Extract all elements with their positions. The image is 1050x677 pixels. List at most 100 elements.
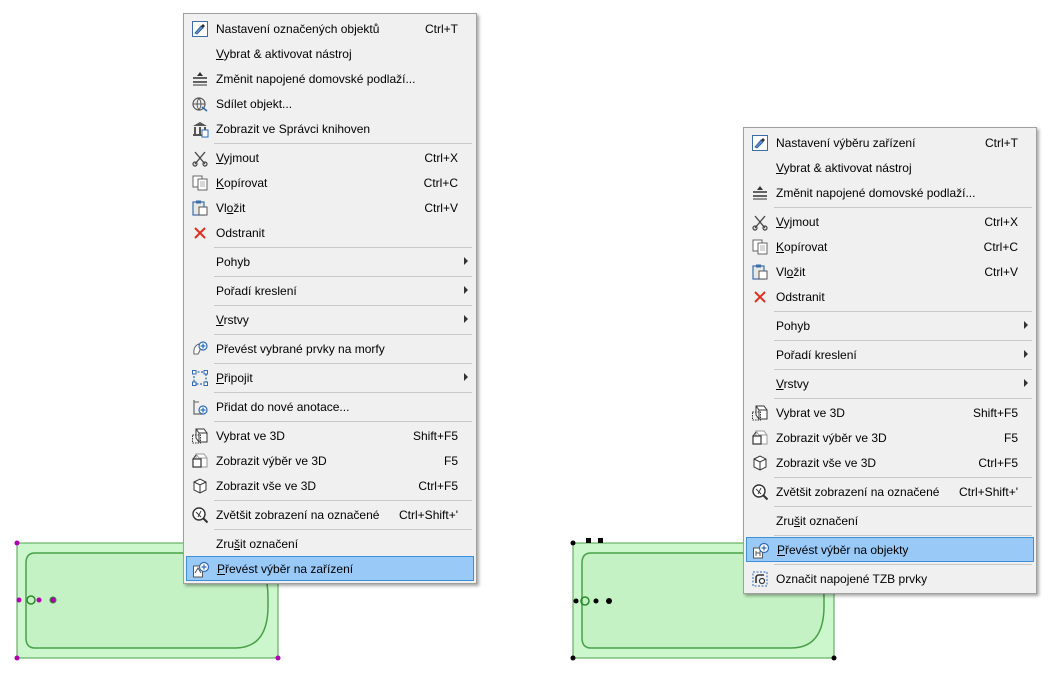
menu-item-prevest-vybrane-prvky-na-morfy[interactable]: Převést vybrané prvky na morfy: [186, 336, 474, 361]
menu-item-shortcut: Ctrl+V: [984, 264, 1018, 279]
share-globe-icon: [191, 95, 209, 113]
menu-separator: [774, 398, 1032, 399]
menu-item-label: Vyjmout: [776, 214, 819, 229]
menu-item-prevest-vyber-na-zarizeni[interactable]: Převést výběr na zařízení: [186, 556, 474, 581]
menu-item-vlozit[interactable]: Vložit Ctrl+V: [746, 259, 1034, 284]
menu-item-kopirovat[interactable]: Kopírovat Ctrl+C: [746, 234, 1034, 259]
menu-item-label: Zvětšit zobrazení na označené: [216, 507, 380, 522]
menu-separator: [214, 529, 472, 530]
menu-item-label: Převést vybrané prvky na morfy: [216, 341, 385, 356]
menu-item-vrstvy[interactable]: Vrstvy: [186, 307, 474, 332]
menu-item-poradi-kresleni[interactable]: Pořadí kreslení: [186, 278, 474, 303]
menu-item-label: Převést výběr na zařízení: [217, 561, 354, 576]
menu-item-zobrazit-vse-ve-3d[interactable]: Zobrazit vše ve 3D Ctrl+F5: [186, 473, 474, 498]
menu-separator: [774, 369, 1032, 370]
menu-item-label: Připojit: [216, 370, 253, 385]
menu-separator: [774, 311, 1032, 312]
scissors-icon: [191, 149, 209, 167]
menu-item-zobrazit-vyber-ve-3d[interactable]: Zobrazit výběr ve 3D F5: [186, 448, 474, 473]
menu-separator: [774, 535, 1032, 536]
menu-item-label: Zobrazit vše ve 3D: [776, 455, 877, 470]
menu-item-label: Pořadí kreslení: [776, 347, 857, 362]
menu-item-zvetsit-zobrazeni-na-oznacene[interactable]: Zvětšit zobrazení na označené Ctrl+Shift+…: [746, 479, 1034, 504]
menu-separator: [214, 500, 472, 501]
menu-item-zobrazit-vse-ve-3d[interactable]: Zobrazit vše ve 3D Ctrl+F5: [746, 450, 1034, 475]
menu-item-shortcut: Ctrl+F5: [978, 455, 1018, 470]
story-icon: [191, 70, 209, 88]
menu-separator: [774, 207, 1032, 208]
menu-item-zobrazit-vyber-ve-3d[interactable]: Zobrazit výběr ve 3D F5: [746, 425, 1034, 450]
menu-item-vrstvy[interactable]: Vrstvy: [746, 371, 1034, 396]
menu-item-vlozit[interactable]: Vložit Ctrl+V: [186, 195, 474, 220]
submenu-arrow-icon: [464, 373, 468, 381]
menu-item-vybrat-ve-3d[interactable]: Vybrat ve 3D Shift+F5: [746, 400, 1034, 425]
menu-item-label: Zobrazit vše ve 3D: [216, 478, 317, 493]
menu-item-label: Vrstvy: [776, 376, 809, 391]
menu-item-label: Zrušit označení: [776, 513, 859, 528]
copy-icon: [191, 174, 209, 192]
menu-item-label: Vybrat & aktivovat nástroj: [216, 46, 352, 61]
menu-item-pohyb[interactable]: Pohyb: [186, 249, 474, 274]
menu-item-label: Převést výběr na objekty: [777, 542, 909, 557]
menu-separator: [214, 247, 472, 248]
menu-item-zrusit-oznaceni[interactable]: Zrušit označení: [746, 508, 1034, 533]
menu-item-label: Nastavení označených objektů: [216, 21, 380, 36]
menu-item-odstranit[interactable]: Odstranit: [186, 220, 474, 245]
cube-select-icon: [751, 404, 769, 422]
menu-item-vyjmout[interactable]: Vyjmout Ctrl+X: [746, 209, 1034, 234]
menu-item-nastaveni-oznacenych-objektu[interactable]: Nastavení označených objektů Ctrl+T: [186, 16, 474, 41]
menu-item-label: Zobrazit výběr ve 3D: [776, 430, 887, 445]
menu-item-zvetsit-zobrazeni-na-oznacene[interactable]: Zvětšit zobrazení na označené Ctrl+Shift+…: [186, 502, 474, 527]
menu-item-oznacit-napojene-tzb-prvky[interactable]: Označit napojené TZB prvky: [746, 566, 1034, 591]
menu-separator: [214, 305, 472, 306]
menu-item-label: Vybrat & aktivovat nástroj: [776, 160, 912, 175]
menu-item-shortcut: Shift+F5: [972, 405, 1018, 420]
menu-item-vyjmout[interactable]: Vyjmout Ctrl+X: [186, 145, 474, 170]
menu-item-label: Pořadí kreslení: [216, 283, 297, 298]
menu-item-vybrat-aktivovat-nastroj[interactable]: Vybrat & aktivovat nástroj: [186, 41, 474, 66]
menu-item-label: Označit napojené TZB prvky: [776, 571, 928, 586]
copy-icon: [751, 238, 769, 256]
menu-item-label: Vložit: [776, 264, 806, 279]
menu-separator: [774, 340, 1032, 341]
menu-item-shortcut: Ctrl+F5: [418, 478, 458, 493]
submenu-arrow-icon: [464, 257, 468, 265]
menu-item-label: Vyjmout: [216, 150, 259, 165]
menu-item-label: Vrstvy: [216, 312, 249, 327]
menu-item-poradi-kresleni[interactable]: Pořadí kreslení: [746, 342, 1034, 367]
menu-item-shortcut: Ctrl+C: [983, 239, 1018, 254]
menu-item-vybrat-aktivovat-nastroj[interactable]: Vybrat & aktivovat nástroj: [746, 155, 1034, 180]
menu-item-label: Nastavení výběru zařízení: [776, 135, 916, 150]
menu-item-kopirovat[interactable]: Kopírovat Ctrl+C: [186, 170, 474, 195]
scissors-icon: [751, 213, 769, 231]
submenu-arrow-icon: [1024, 321, 1028, 329]
menu-item-odstranit[interactable]: Odstranit: [746, 284, 1034, 309]
menu-item-pridat-do-nove-anotace[interactable]: Přidat do nové anotace...: [186, 394, 474, 419]
menu-item-zmenit-napojene-domovske-podlazi[interactable]: Změnit napojené domovské podlaží...: [186, 66, 474, 91]
settings-icon: [191, 20, 209, 38]
menu-item-zmenit-napojene-domovske-podlazi[interactable]: Změnit napojené domovské podlaží...: [746, 180, 1034, 205]
menu-separator: [214, 363, 472, 364]
mep-connected-icon: [751, 570, 769, 588]
menu-item-label: Zrušit označení: [216, 536, 299, 551]
menu-item-nastaveni-vyberu-zarizeni[interactable]: Nastavení výběru zařízení Ctrl+T: [746, 130, 1034, 155]
menu-item-prevest-vyber-na-objekty[interactable]: Převést výběr na objekty: [746, 537, 1034, 562]
cube-select-icon: [191, 427, 209, 445]
menu-item-label: Pohyb: [216, 254, 251, 269]
menu-item-zobrazit-ve-spravci-knihoven[interactable]: Zobrazit ve Správci knihoven: [186, 116, 474, 141]
convert-to-equipment-icon: [192, 561, 210, 579]
menu-item-label: Zvětšit zobrazení na označené: [776, 484, 940, 499]
menu-item-pripojit[interactable]: Připojit: [186, 365, 474, 390]
menu-item-vybrat-ve-3d[interactable]: Vybrat ve 3D Shift+F5: [186, 423, 474, 448]
menu-item-label: Odstranit: [776, 289, 825, 304]
menu-separator: [214, 334, 472, 335]
menu-item-label: Pohyb: [776, 318, 811, 333]
menu-item-zrusit-oznaceni[interactable]: Zrušit označení: [186, 531, 474, 556]
menu-item-shortcut: Ctrl+Shift+': [959, 484, 1018, 499]
menu-item-shortcut: Ctrl+X: [424, 150, 458, 165]
menu-item-label: Vložit: [216, 200, 246, 215]
menu-item-sdilet-objekt[interactable]: Sdílet objekt...: [186, 91, 474, 116]
menu-item-shortcut: Shift+F5: [412, 428, 458, 443]
menu-separator: [214, 276, 472, 277]
menu-item-pohyb[interactable]: Pohyb: [746, 313, 1034, 338]
